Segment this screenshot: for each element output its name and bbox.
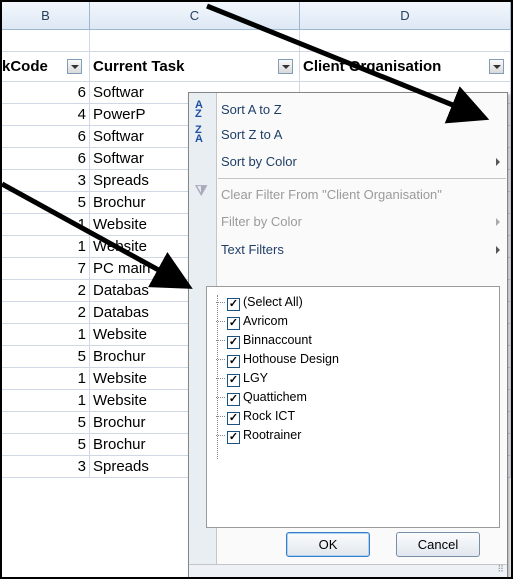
- column-letter: D: [400, 8, 410, 23]
- column-header-d[interactable]: D: [300, 2, 511, 30]
- cell-code[interactable]: 5: [2, 434, 90, 455]
- header-label: kCode: [2, 58, 48, 75]
- checkbox-icon[interactable]: ✓: [227, 317, 240, 330]
- cell-code[interactable]: 1: [2, 324, 90, 345]
- button-label: OK: [318, 537, 338, 552]
- checkbox-icon[interactable]: ✓: [227, 336, 240, 349]
- menu-label: Clear Filter From "Client Organisation": [221, 187, 442, 202]
- cell[interactable]: [300, 30, 511, 51]
- header-label: Current Task: [93, 58, 185, 75]
- filter-dropdown-button[interactable]: [278, 59, 293, 74]
- menu-label: Sort by Color: [221, 154, 297, 169]
- autofilter-menu: AZ Sort A to Z ZA Sort Z to A Sort by Co…: [188, 92, 508, 577]
- header-cell-task[interactable]: Current Task: [90, 52, 300, 82]
- tree-connector: [216, 359, 225, 360]
- menu-separator: [218, 178, 506, 179]
- submenu-arrow-icon: [496, 218, 500, 226]
- submenu-arrow-icon: [496, 246, 500, 254]
- filter-list-item[interactable]: ✓ (Select All): [216, 293, 303, 312]
- cell-code[interactable]: 5: [2, 412, 90, 433]
- cell-code[interactable]: 5: [2, 346, 90, 367]
- filter-dropdown-button[interactable]: [67, 59, 82, 74]
- checkbox-icon[interactable]: ✓: [227, 393, 240, 406]
- column-header-c[interactable]: C: [90, 2, 300, 30]
- cell[interactable]: [90, 30, 300, 51]
- filter-item-label: LGY: [243, 371, 269, 385]
- filter-item-label: Hothouse Design: [243, 352, 339, 366]
- header-cell-client[interactable]: Client Organisation: [300, 52, 511, 82]
- cell-code[interactable]: 5: [2, 192, 90, 213]
- column-letter: B: [41, 8, 50, 23]
- cell-code[interactable]: 6: [2, 148, 90, 169]
- cell-code[interactable]: 1: [2, 368, 90, 389]
- cell-code[interactable]: 2: [2, 280, 90, 301]
- table-row: [2, 30, 511, 52]
- cell-code[interactable]: 1: [2, 390, 90, 411]
- cell-code[interactable]: 3: [2, 456, 90, 477]
- cell-code[interactable]: 6: [2, 126, 90, 147]
- filter-list-item[interactable]: ✓ LGY: [216, 369, 269, 388]
- checkbox-icon[interactable]: ✓: [227, 355, 240, 368]
- filter-list-item[interactable]: ✓ Avricom: [216, 312, 288, 331]
- menu-item-sort-by-color[interactable]: Sort by Color: [218, 150, 506, 174]
- cell-code[interactable]: 7: [2, 258, 90, 279]
- menu-item-sort-az[interactable]: Sort A to Z: [218, 98, 506, 122]
- checkbox-icon[interactable]: ✓: [227, 431, 240, 444]
- menu-label: Sort A to Z: [221, 102, 282, 117]
- filter-item-label: (Select All): [243, 295, 303, 309]
- tree-connector: [216, 378, 225, 379]
- filter-list-item[interactable]: ✓ Hothouse Design: [216, 350, 339, 369]
- filter-values-list[interactable]: ✓ (Select All) ✓ Avricom ✓ Binnaccount ✓ Hothou…: [206, 286, 500, 528]
- tree-connector: [216, 302, 225, 303]
- cell-code[interactable]: 4: [2, 104, 90, 125]
- menu-label: Filter by Color: [221, 214, 302, 229]
- filter-list-item[interactable]: ✓ Rock ICT: [216, 407, 296, 426]
- menu-item-clear-filter[interactable]: Clear Filter From "Client Organisation": [218, 183, 506, 207]
- cell[interactable]: [2, 30, 90, 51]
- cell-code[interactable]: 1: [2, 214, 90, 235]
- tree-connector: [216, 416, 225, 417]
- clear-filter-icon: ⧩: [195, 182, 208, 198]
- cell-code[interactable]: 1: [2, 236, 90, 257]
- checkbox-icon[interactable]: ✓: [227, 374, 240, 387]
- cancel-button[interactable]: Cancel: [396, 532, 480, 557]
- menu-item-filter-by-color[interactable]: Filter by Color: [218, 210, 506, 234]
- cell-code[interactable]: 2: [2, 302, 90, 323]
- tree-connector: [216, 340, 225, 341]
- tree-connector: [216, 397, 225, 398]
- tree-connector: [216, 435, 225, 436]
- checkbox-icon[interactable]: ✓: [227, 298, 240, 311]
- header-row: kCode Current Task Client Organisation: [2, 52, 511, 82]
- column-letter: C: [189, 8, 200, 23]
- filter-item-label: Binnaccount: [243, 333, 312, 347]
- menu-item-text-filters[interactable]: Text Filters: [218, 238, 506, 262]
- filter-list-item[interactable]: ✓ Binnaccount: [216, 331, 312, 350]
- filter-list-item[interactable]: ✓ Quattichem: [216, 388, 307, 407]
- filter-item-label: Quattichem: [243, 390, 307, 404]
- header-cell-code[interactable]: kCode: [2, 52, 90, 82]
- header-label: Client Organisation: [303, 58, 442, 75]
- sort-az-icon: AZ: [195, 99, 203, 120]
- cell-code[interactable]: 3: [2, 170, 90, 191]
- submenu-arrow-icon: [496, 158, 500, 166]
- filter-dropdown-button-active[interactable]: [489, 59, 504, 74]
- menu-label: Sort Z to A: [221, 127, 283, 142]
- filter-list-item[interactable]: ✓ Rootrainer: [216, 426, 302, 445]
- filter-item-label: Rock ICT: [243, 409, 296, 423]
- menu-label: Text Filters: [221, 242, 284, 257]
- sort-za-icon: ZA: [195, 124, 203, 145]
- tree-connector: [216, 321, 225, 322]
- filter-item-label: Avricom: [243, 314, 288, 328]
- checkbox-icon[interactable]: ✓: [227, 412, 240, 425]
- button-label: Cancel: [417, 537, 459, 552]
- cell-code[interactable]: 6: [2, 82, 90, 103]
- ok-button[interactable]: OK: [286, 532, 370, 557]
- resize-grip-icon[interactable]: ⠿: [497, 564, 504, 575]
- menu-item-sort-za[interactable]: Sort Z to A: [218, 123, 506, 147]
- resize-bar: [189, 564, 507, 577]
- filter-item-label: Rootrainer: [243, 428, 302, 442]
- column-header-b[interactable]: B: [2, 2, 90, 30]
- spreadsheet-window: B C D kCode Current Task Client Organisa…: [0, 0, 513, 579]
